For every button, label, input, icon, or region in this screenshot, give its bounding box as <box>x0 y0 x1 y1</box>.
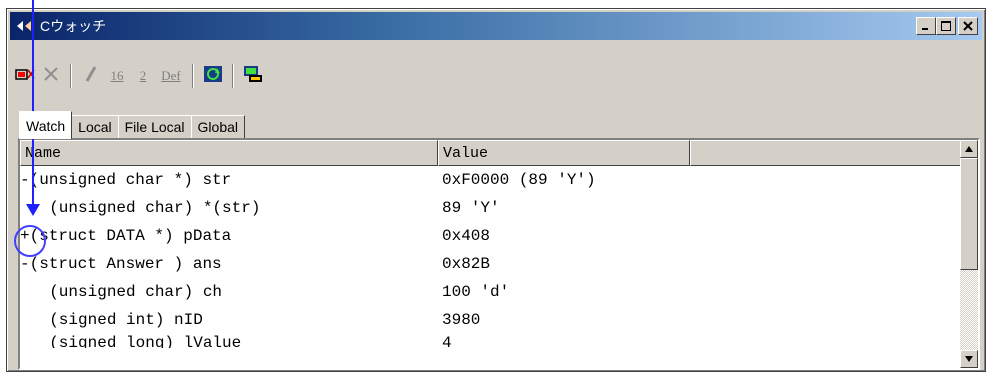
tab-file-local[interactable]: File Local <box>117 115 192 139</box>
edit-button[interactable] <box>78 63 104 89</box>
row-name-cell: -(unsigned char *) str <box>20 171 438 189</box>
arrow-up-icon <box>965 146 973 152</box>
scroll-up-button[interactable] <box>960 140 978 158</box>
variable-value: 89 'Y' <box>442 199 500 217</box>
table-row[interactable]: +(struct DATA *) pData 0x408 <box>20 222 690 250</box>
variable-name: (struct DATA *) pData <box>29 227 232 245</box>
add-watch-button[interactable] <box>12 63 38 89</box>
toolbar-separator <box>192 64 194 88</box>
table-row[interactable]: -(struct Answer ) ans 0x82B <box>20 250 690 278</box>
watch-rows: -(unsigned char *) str 0xF0000 (89 'Y') … <box>20 166 690 348</box>
maximize-button[interactable] <box>936 17 956 35</box>
scroll-down-button[interactable] <box>960 350 978 368</box>
refresh-icon <box>203 65 223 88</box>
record-button[interactable] <box>240 63 266 89</box>
tab-watch[interactable]: Watch <box>19 111 73 139</box>
close-button[interactable] <box>958 17 978 35</box>
annotation-pointer-line <box>32 0 34 208</box>
variable-value: 3980 <box>442 311 481 329</box>
refresh-button[interactable] <box>200 63 226 89</box>
variable-name: (unsigned char) ch <box>30 283 223 301</box>
record-icon <box>243 65 263 88</box>
hex-radix-icon: 16 <box>110 68 124 83</box>
row-name-cell: (unsigned char) ch <box>20 283 438 301</box>
watch-list: Name Value -(unsigned char *) str 0xF000… <box>18 138 980 370</box>
variable-value: 0x408 <box>442 227 491 245</box>
column-headers: Name Value <box>20 140 964 166</box>
annotation-arrowhead <box>26 204 40 216</box>
default-radix-icon: Def <box>161 68 181 83</box>
annotation-highlight-circle <box>14 225 46 257</box>
row-name-cell: -(struct Answer ) ans <box>20 255 438 273</box>
column-header-name[interactable]: Name <box>20 140 438 166</box>
variable-name: (unsigned char *) str <box>29 171 232 189</box>
table-row[interactable]: (unsigned char) ch 100 'd' <box>20 278 690 306</box>
delete-icon <box>42 66 60 87</box>
variable-value: 4 <box>442 334 452 348</box>
collapse-toggle[interactable]: - <box>20 255 30 273</box>
variable-value: 0xF0000 (89 'Y') <box>442 171 596 189</box>
tab-strip: Watch Local File Local Global <box>19 111 246 139</box>
variable-name: (unsigned char) *(str) <box>30 199 261 217</box>
minimize-button[interactable] <box>916 17 936 35</box>
table-row[interactable]: (signed int) nID 3980 <box>20 306 690 334</box>
arrow-down-icon <box>965 356 973 362</box>
collapse-toggle[interactable]: - <box>20 171 30 189</box>
window-controls <box>916 17 978 35</box>
variable-name: (signed int) nID <box>30 311 203 329</box>
table-row[interactable]: (signed long) lValue 4 <box>20 334 690 348</box>
window-title: Cウォッチ <box>40 18 107 34</box>
toolbar-separator <box>70 64 72 88</box>
row-name-cell: (signed int) nID <box>20 311 438 329</box>
tab-local[interactable]: Local <box>71 115 119 139</box>
edit-icon <box>83 65 99 88</box>
scrollbar-thumb[interactable] <box>960 158 978 270</box>
variable-value: 0x82B <box>442 255 491 273</box>
toolbar: 16 2 Def <box>12 61 982 91</box>
binary-radix-icon: 2 <box>139 68 147 83</box>
variable-value: 100 'd' <box>442 283 510 301</box>
binary-radix-button[interactable]: 2 <box>130 63 156 89</box>
title-bar[interactable]: Cウォッチ <box>10 12 982 40</box>
app-icon <box>16 18 38 34</box>
column-header-value[interactable]: Value <box>438 140 690 166</box>
row-name-cell: (signed long) lValue <box>20 334 438 348</box>
delete-button[interactable] <box>38 63 64 89</box>
hex-radix-button[interactable]: 16 <box>104 63 130 89</box>
variable-name: (signed long) lValue <box>30 334 242 348</box>
default-radix-button[interactable]: Def <box>156 63 186 89</box>
variable-name: (struct Answer ) ans <box>29 255 222 273</box>
row-name-cell: +(struct DATA *) pData <box>20 227 438 245</box>
column-header-empty[interactable] <box>690 140 964 166</box>
toolbar-separator <box>232 64 234 88</box>
table-row[interactable]: -(unsigned char *) str 0xF0000 (89 'Y') <box>20 166 690 194</box>
watch-list-body: Name Value -(unsigned char *) str 0xF000… <box>20 140 964 368</box>
tab-global[interactable]: Global <box>190 115 246 139</box>
vertical-scrollbar[interactable] <box>960 140 978 368</box>
table-row[interactable]: (unsigned char) *(str) 89 'Y' <box>20 194 690 222</box>
row-name-cell: (unsigned char) *(str) <box>20 199 438 217</box>
